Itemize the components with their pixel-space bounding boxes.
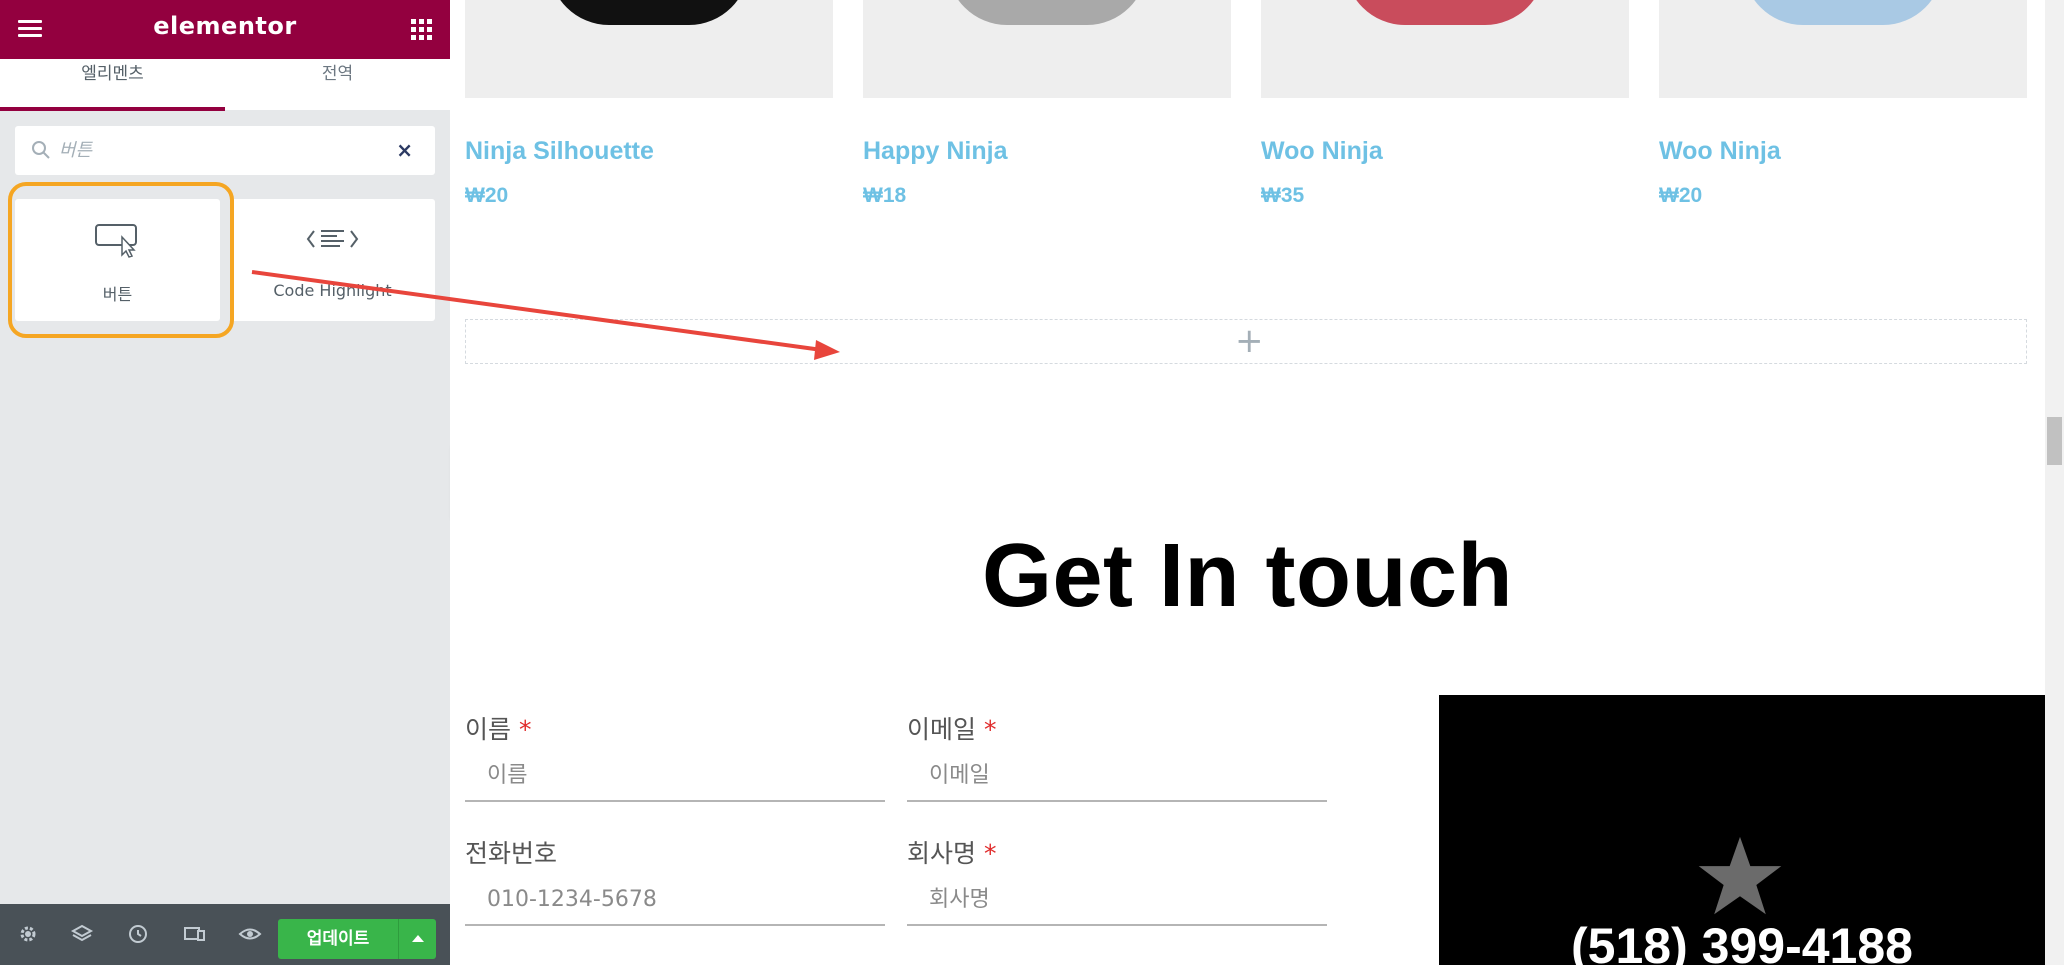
page-heading: Get In touch <box>982 526 1513 626</box>
product-price: ₩20 <box>465 184 509 207</box>
product-name[interactable]: Woo Ninja <box>1659 137 1781 166</box>
field-label: 회사명 * <box>907 839 997 868</box>
widget-search: × <box>15 126 435 175</box>
product-image[interactable] <box>1261 0 1629 98</box>
update-options-button[interactable] <box>398 919 436 959</box>
layers-icon[interactable] <box>70 922 94 946</box>
product-name[interactable]: Woo Ninja <box>1261 137 1383 166</box>
brand-logo: elementor <box>153 12 297 40</box>
tab-global[interactable]: 전역 <box>225 59 450 111</box>
elementor-editor: elementor 엘리멘츠 전역 × 버튼 <box>0 0 2064 965</box>
phone-input[interactable] <box>465 874 885 926</box>
product-image[interactable] <box>863 0 1231 98</box>
contact-phone: (518) 399-4188 <box>1571 918 1913 965</box>
button-cursor-icon <box>95 224 137 258</box>
plus-icon[interactable]: + <box>1235 322 1264 360</box>
panel-header: elementor <box>0 0 450 59</box>
email-input[interactable] <box>907 750 1327 802</box>
responsive-icon[interactable] <box>182 922 206 946</box>
product-image[interactable] <box>465 0 833 98</box>
field-label: 전화번호 <box>465 839 558 868</box>
product-price: ₩20 <box>1659 184 1703 207</box>
search-input[interactable] <box>59 134 389 166</box>
code-highlight-icon <box>306 230 359 248</box>
page-canvas: Ninja Silhouette ₩20 Happy Ninja ₩18 Woo… <box>450 0 2045 965</box>
company-input[interactable] <box>907 874 1327 926</box>
field-label: 이메일 * <box>907 715 997 744</box>
product-name[interactable]: Ninja Silhouette <box>465 137 654 166</box>
star-icon <box>1698 836 1782 915</box>
page-scrollbar[interactable] <box>2045 0 2064 965</box>
product-name[interactable]: Happy Ninja <box>863 137 1007 166</box>
field-label: 이름 * <box>465 715 532 744</box>
name-input[interactable] <box>465 750 885 802</box>
widget-label: Code Highlight <box>273 281 392 300</box>
widget-button[interactable]: 버튼 <box>15 199 220 321</box>
clear-search-icon[interactable]: × <box>396 138 413 162</box>
tab-elements[interactable]: 엘리멘츠 <box>0 59 225 111</box>
product-price: ₩18 <box>863 184 907 207</box>
update-button[interactable]: 업데이트 <box>278 919 398 959</box>
product-image[interactable] <box>1659 0 2027 98</box>
widgets-grid-icon[interactable] <box>411 19 432 40</box>
search-icon <box>32 141 50 159</box>
add-section-dropzone[interactable]: + <box>465 319 2027 364</box>
scrollbar-thumb[interactable] <box>2047 417 2062 465</box>
panel-tabs: 엘리멘츠 전역 <box>0 59 450 111</box>
panel-footer: 업데이트 <box>0 904 450 965</box>
elementor-panel: elementor 엘리멘츠 전역 × 버튼 <box>0 0 450 965</box>
eye-icon[interactable] <box>238 922 262 946</box>
contact-box: (518) 399-4188 <box>1439 695 2045 965</box>
product-price: ₩35 <box>1261 184 1305 207</box>
widget-label: 버튼 <box>102 285 133 304</box>
gear-icon[interactable] <box>16 922 40 946</box>
widget-code-highlight[interactable]: Code Highlight <box>230 199 435 321</box>
history-icon[interactable] <box>126 922 150 946</box>
